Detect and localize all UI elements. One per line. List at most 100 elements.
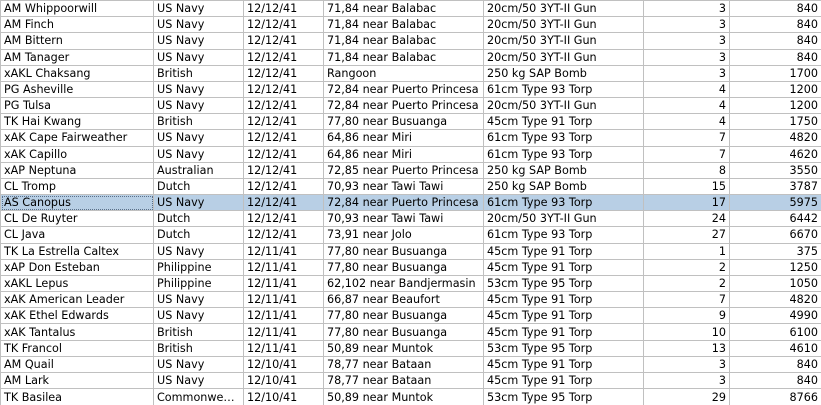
table-row[interactable]: xAK Capillo US Navy 12/12/41 64,86 near Mir… xyxy=(0,145,821,163)
damage-cell[interactable]: 15 xyxy=(643,177,730,196)
ship-name-cell[interactable]: xAK Capillo xyxy=(0,145,154,163)
damage-cell[interactable]: 17 xyxy=(643,194,730,212)
location-cell[interactable]: 50,89 near Muntok xyxy=(323,339,484,357)
tonnage-cell[interactable]: 840 xyxy=(729,371,821,390)
nationality-cell[interactable]: British xyxy=(153,339,244,357)
damage-cell[interactable]: 24 xyxy=(643,210,730,228)
tonnage-cell[interactable]: 840 xyxy=(729,355,821,373)
damage-cell[interactable]: 3 xyxy=(643,32,730,50)
weapon-cell[interactable]: 61cm Type 93 Torp xyxy=(483,194,644,212)
ship-name-cell[interactable]: xAP Neptuna xyxy=(0,161,154,179)
damage-cell[interactable]: 2 xyxy=(643,274,730,293)
date-cell[interactable]: 12/12/41 xyxy=(243,226,324,244)
nationality-cell[interactable]: Dutch xyxy=(153,210,244,228)
weapon-cell[interactable]: 45cm Type 91 Torp xyxy=(483,307,644,325)
weapon-cell[interactable]: 45cm Type 91 Torp xyxy=(483,323,644,341)
location-cell[interactable]: 72,84 near Puerto Princesa xyxy=(323,80,484,99)
ship-name-cell[interactable]: AM Whippoorwill xyxy=(0,0,154,18)
damage-cell[interactable]: 4 xyxy=(643,80,730,99)
location-cell[interactable]: 71,84 near Balabac xyxy=(323,0,484,18)
location-cell[interactable]: 71,84 near Balabac xyxy=(323,32,484,50)
tonnage-cell[interactable]: 4990 xyxy=(729,307,821,325)
nationality-cell[interactable]: US Navy xyxy=(153,291,244,309)
table-row[interactable]: xAK Cape Fairweather US Navy 12/12/41 64,86… xyxy=(0,129,821,147)
location-cell[interactable]: 77,80 near Busuanga xyxy=(323,113,484,131)
nationality-cell[interactable]: US Navy xyxy=(153,371,244,390)
ship-name-cell[interactable]: PG Tulsa xyxy=(0,97,154,115)
ship-name-cell[interactable]: xAK American Leader xyxy=(0,291,154,309)
damage-cell[interactable]: 27 xyxy=(643,226,730,244)
date-cell[interactable]: 12/12/41 xyxy=(243,161,324,179)
date-cell[interactable]: 12/11/41 xyxy=(243,242,324,260)
damage-cell[interactable]: 3 xyxy=(643,0,730,18)
tonnage-cell[interactable]: 1250 xyxy=(729,258,821,276)
ship-name-cell[interactable]: CL De Ruyter xyxy=(0,210,154,228)
location-cell[interactable]: 62,102 near Bandjermasin xyxy=(323,274,484,293)
table-row[interactable]: AM Quail US Navy 12/10/41 78,77 near Bataan… xyxy=(0,355,821,373)
ship-name-cell[interactable]: PG Asheville xyxy=(0,80,154,99)
tonnage-cell[interactable]: 5975 xyxy=(729,194,821,212)
weapon-cell[interactable]: 45cm Type 91 Torp xyxy=(483,291,644,309)
ship-name-cell[interactable]: xAKL Chaksang xyxy=(0,64,154,82)
ship-name-cell[interactable]: AM Quail xyxy=(0,355,154,373)
table-row[interactable]: TK La Estrella Caltex US Navy 12/11/41 77,8… xyxy=(0,242,821,260)
tonnage-cell[interactable]: 6100 xyxy=(729,323,821,341)
location-cell[interactable]: 77,80 near Busuanga xyxy=(323,258,484,276)
weapon-cell[interactable]: 45cm Type 91 Torp xyxy=(483,355,644,373)
date-cell[interactable]: 12/11/41 xyxy=(243,307,324,325)
table-row[interactable]: xAKL Lepus Philippine 12/11/41 62,102 near … xyxy=(0,274,821,293)
damage-cell[interactable]: 7 xyxy=(643,145,730,163)
table-row[interactable]: TK Francol British 12/11/41 50,89 near Munt… xyxy=(0,339,821,357)
table-row[interactable]: xAP Don Esteban Philippine 12/11/41 77,80 n… xyxy=(0,258,821,276)
location-cell[interactable]: 77,80 near Busuanga xyxy=(323,242,484,260)
damage-cell[interactable]: 9 xyxy=(643,307,730,325)
damage-cell[interactable]: 13 xyxy=(643,339,730,357)
date-cell[interactable]: 12/12/41 xyxy=(243,16,324,34)
location-cell[interactable]: 73,91 near Jolo xyxy=(323,226,484,244)
damage-cell[interactable]: 7 xyxy=(643,129,730,147)
tonnage-cell[interactable]: 840 xyxy=(729,16,821,34)
ship-name-cell[interactable]: xAK Tantalus xyxy=(0,323,154,341)
date-cell[interactable]: 12/12/41 xyxy=(243,177,324,196)
ship-name-cell[interactable]: xAP Don Esteban xyxy=(0,258,154,276)
weapon-cell[interactable]: 20cm/50 3YT-II Gun xyxy=(483,210,644,228)
date-cell[interactable]: 12/10/41 xyxy=(243,371,324,390)
nationality-cell[interactable]: Dutch xyxy=(153,226,244,244)
tonnage-cell[interactable]: 6442 xyxy=(729,210,821,228)
nationality-cell[interactable]: US Navy xyxy=(153,32,244,50)
ship-name-cell[interactable]: xAK Cape Fairweather xyxy=(0,129,154,147)
ship-name-cell[interactable]: TK La Estrella Caltex xyxy=(0,242,154,260)
table-row[interactable]: xAKL Chaksang British 12/12/41 Rangoon 250 k… xyxy=(0,64,821,82)
table-row[interactable]: AM Lark US Navy 12/10/41 78,77 near Bataan 4… xyxy=(0,371,821,390)
damage-cell[interactable]: 1 xyxy=(643,242,730,260)
nationality-cell[interactable]: Australian xyxy=(153,161,244,179)
table-row[interactable]: xAK American Leader US Navy 12/11/41 66,87 … xyxy=(0,291,821,309)
date-cell[interactable]: 12/12/41 xyxy=(243,32,324,50)
location-cell[interactable]: 64,86 near Miri xyxy=(323,129,484,147)
damage-cell[interactable]: 10 xyxy=(643,323,730,341)
weapon-cell[interactable]: 250 kg SAP Bomb xyxy=(483,64,644,82)
table-row[interactable]: xAK Ethel Edwards US Navy 12/11/41 77,80 ne… xyxy=(0,307,821,325)
date-cell[interactable]: 12/12/41 xyxy=(243,113,324,131)
damage-cell[interactable]: 3 xyxy=(643,48,730,66)
tonnage-cell[interactable]: 6670 xyxy=(729,226,821,244)
nationality-cell[interactable]: US Navy xyxy=(153,129,244,147)
ship-name-cell[interactable]: TK Francol xyxy=(0,339,154,357)
location-cell[interactable]: 71,84 near Balabac xyxy=(323,48,484,66)
damage-cell[interactable]: 3 xyxy=(643,16,730,34)
weapon-cell[interactable]: 61cm Type 93 Torp xyxy=(483,80,644,99)
nationality-cell[interactable]: Commonweal... xyxy=(153,388,244,405)
location-cell[interactable]: 66,87 near Beaufort xyxy=(323,291,484,309)
weapon-cell[interactable]: 53cm Type 95 Torp xyxy=(483,339,644,357)
ship-name-cell[interactable]: xAKL Lepus xyxy=(0,274,154,293)
table-row[interactable]: CL De Ruyter Dutch 12/12/41 70,93 near Tawi… xyxy=(0,210,821,228)
date-cell[interactable]: 12/11/41 xyxy=(243,339,324,357)
ship-name-cell[interactable]: AS Canopus xyxy=(0,194,154,212)
tonnage-cell[interactable]: 4620 xyxy=(729,145,821,163)
tonnage-cell[interactable]: 840 xyxy=(729,48,821,66)
weapon-cell[interactable]: 53cm Type 95 Torp xyxy=(483,274,644,293)
tonnage-cell[interactable]: 840 xyxy=(729,0,821,18)
table-row[interactable]: PG Asheville US Navy 12/12/41 72,84 near Pu… xyxy=(0,80,821,99)
table-row[interactable]: AM Tanager US Navy 12/12/41 71,84 near Bala… xyxy=(0,48,821,66)
nationality-cell[interactable]: US Navy xyxy=(153,80,244,99)
